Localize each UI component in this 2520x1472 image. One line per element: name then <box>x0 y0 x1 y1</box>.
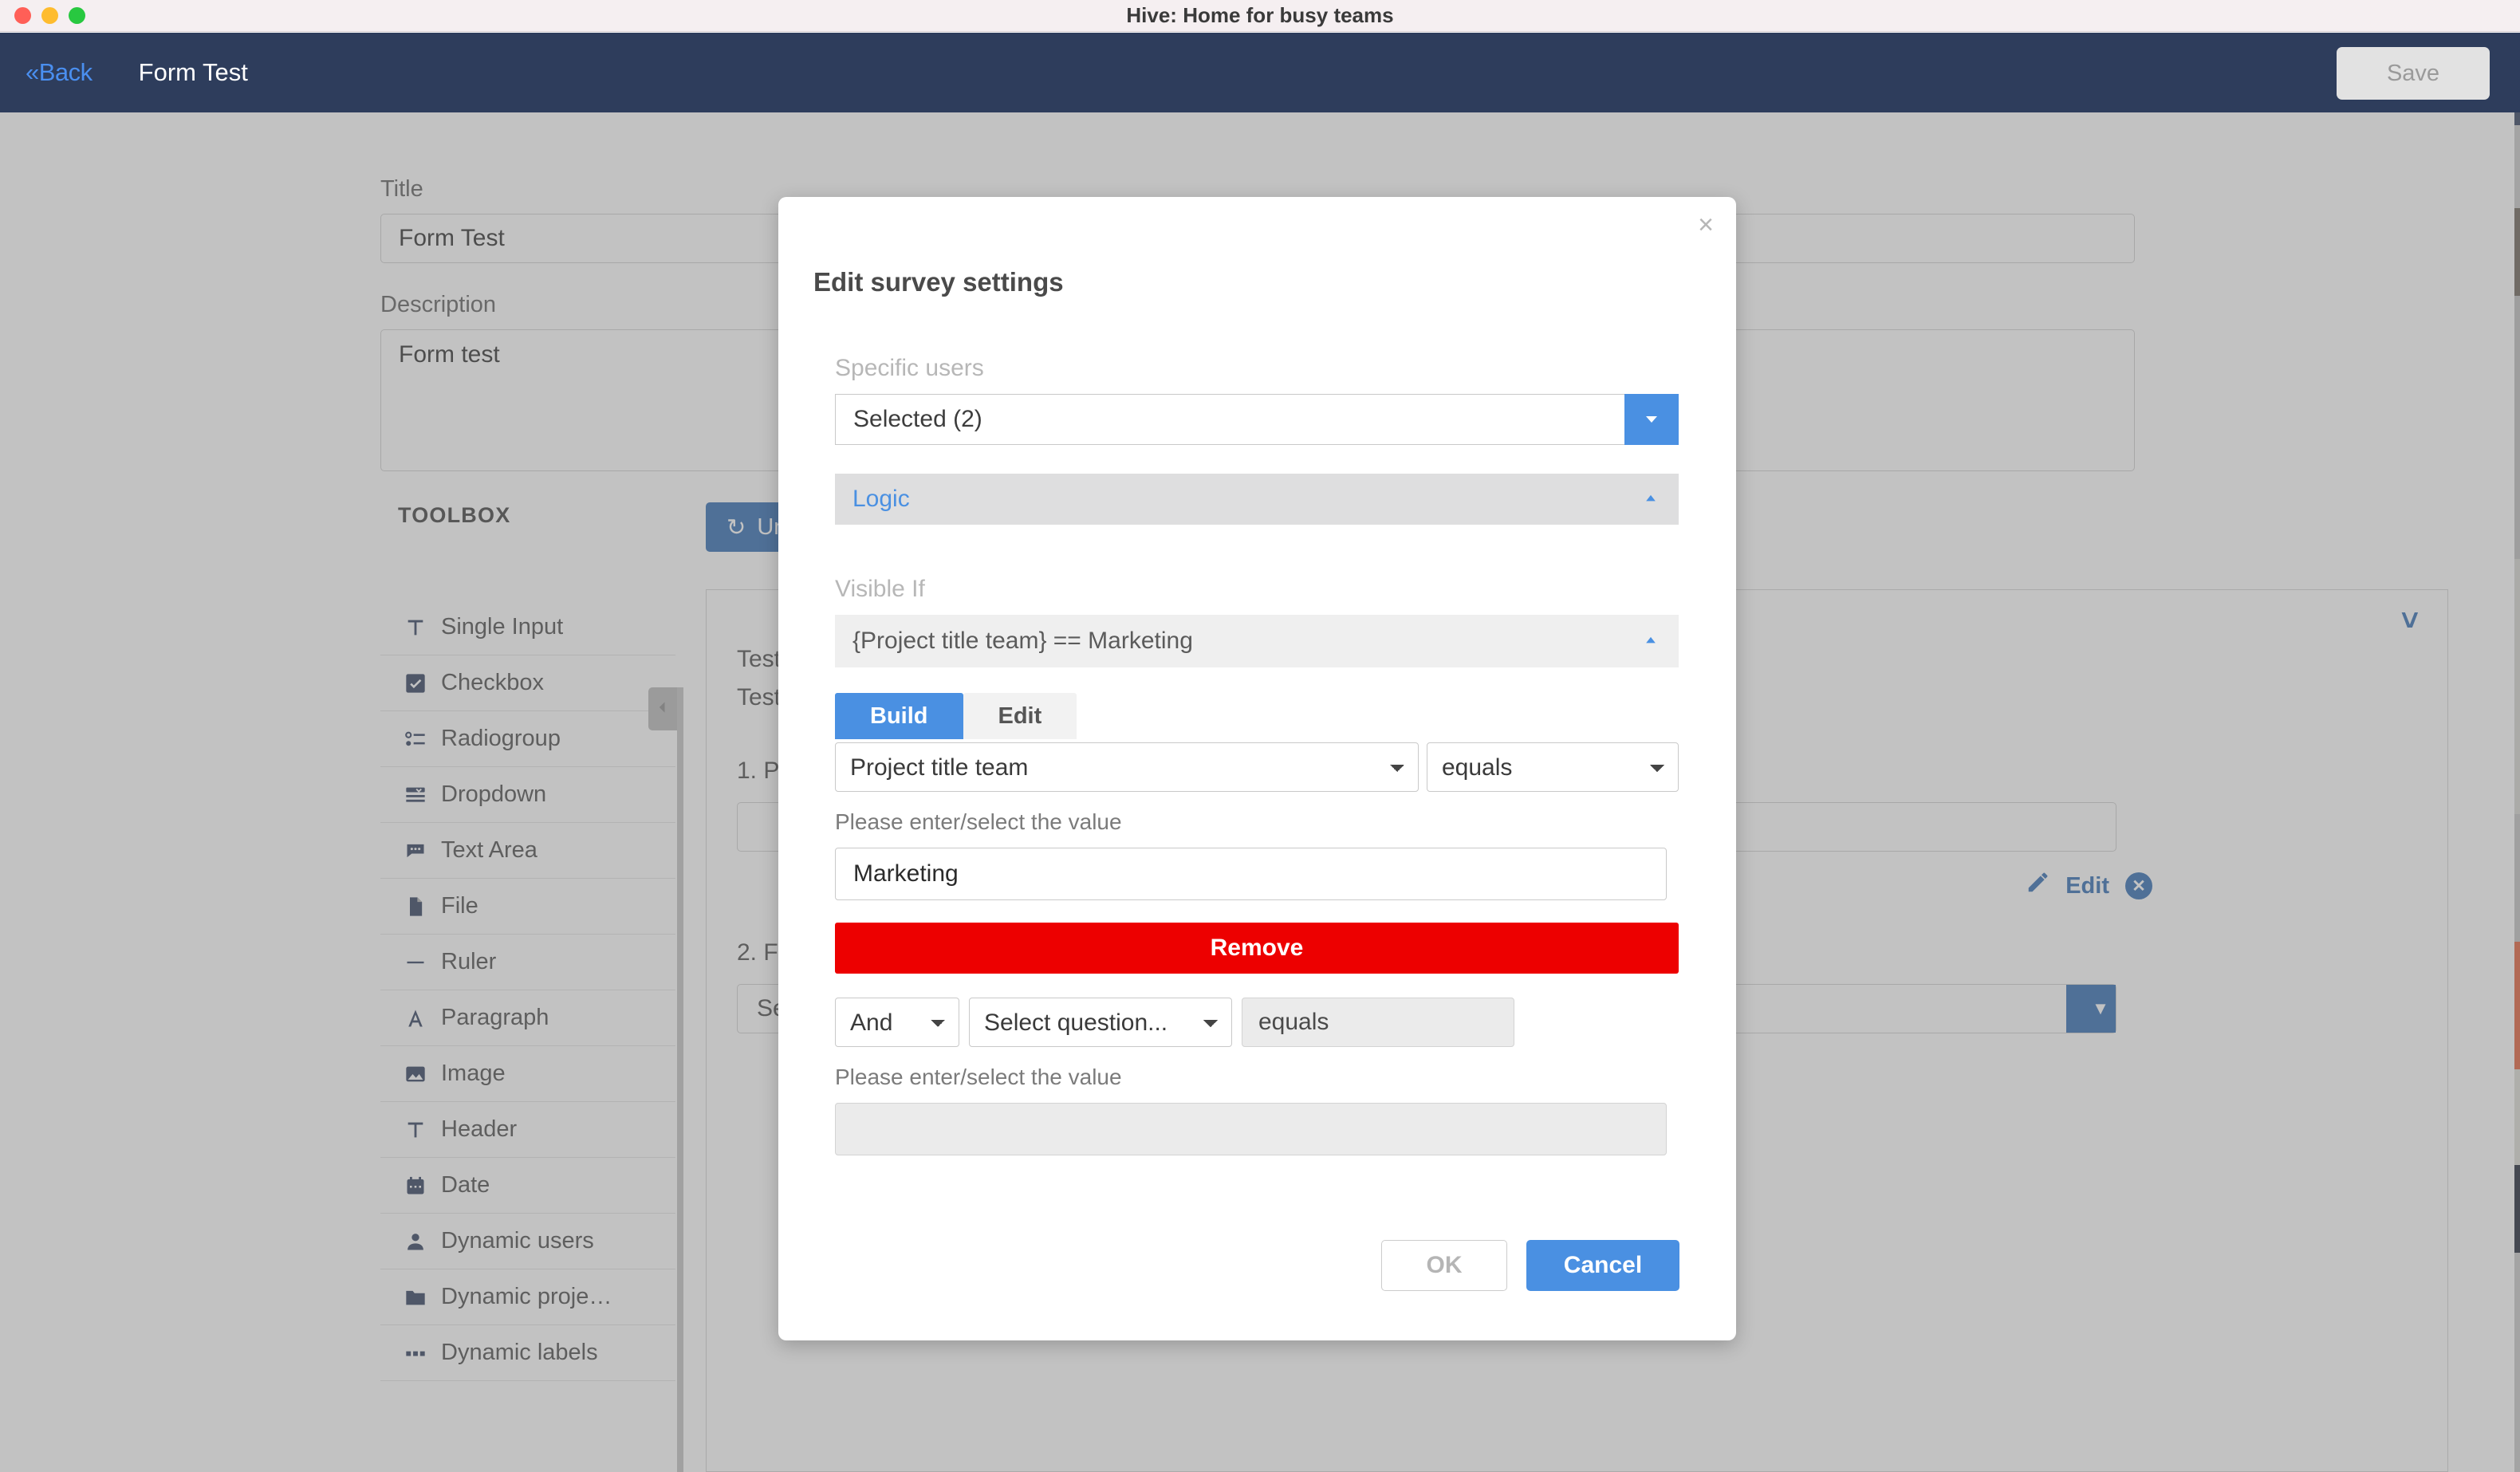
specific-users-label: Specific users <box>835 355 984 381</box>
window-title: Hive: Home for busy teams <box>1126 3 1394 27</box>
modal-title: Edit survey settings <box>813 267 1064 297</box>
condition-row-1: Project title team equals <box>835 742 1679 792</box>
condition-2-value-input[interactable] <box>835 1103 1667 1155</box>
condition-row-2: And Select question... equals <box>835 998 1679 1047</box>
visible-if-expression: {Project title team} == Marketing <box>852 628 1193 654</box>
tab-edit[interactable]: Edit <box>963 693 1077 739</box>
condition-2-value-hint: Please enter/select the value <box>835 1065 1122 1089</box>
modal-body: Specific users Selected (2) Logic Visibl… <box>835 355 1679 1155</box>
condition-1-operator-select[interactable]: equals <box>1427 742 1679 792</box>
window-titlebar: Hive: Home for busy teams <box>0 0 2520 32</box>
save-button[interactable]: Save <box>2337 47 2490 100</box>
chevron-up-icon <box>1640 629 1661 654</box>
cancel-button[interactable]: Cancel <box>1526 1240 1679 1291</box>
condition-2-question-select[interactable]: Select question... <box>969 998 1232 1047</box>
specific-users-value[interactable]: Selected (2) <box>835 394 1624 445</box>
close-icon[interactable]: × <box>1698 211 1714 238</box>
condition-1-question-select[interactable]: Project title team <box>835 742 1419 792</box>
logic-editor-tabs: Build Edit <box>835 693 1679 739</box>
remove-condition-button[interactable]: Remove <box>835 923 1679 974</box>
visible-if-expression-header[interactable]: {Project title team} == Marketing <box>835 615 1679 667</box>
condition-2-conjunction-select[interactable]: And <box>835 998 959 1047</box>
edit-survey-settings-modal: × Edit survey settings Specific users Se… <box>778 197 1736 1340</box>
app-header: «Back Form Test Save <box>0 33 2520 112</box>
specific-users-dropdown[interactable]: Selected (2) <box>835 394 1679 445</box>
modal-footer: OK Cancel <box>1381 1240 1679 1291</box>
back-link[interactable]: «Back <box>26 58 93 87</box>
ok-button[interactable]: OK <box>1381 1240 1507 1291</box>
logic-accordion-label: Logic <box>852 486 910 512</box>
chevron-down-icon[interactable] <box>1624 394 1679 445</box>
condition-1-value-hint: Please enter/select the value <box>835 809 1122 834</box>
chevron-up-icon <box>1640 487 1661 512</box>
condition-2-operator-display: equals <box>1242 998 1514 1047</box>
condition-1-value-input[interactable] <box>835 848 1667 900</box>
logic-accordion-header[interactable]: Logic <box>835 474 1679 525</box>
visible-if-label: Visible If <box>835 576 925 602</box>
page-title: Form Test <box>138 58 248 86</box>
tab-build[interactable]: Build <box>835 693 963 739</box>
application-window: Hive: Home for busy teams «Back Form Tes… <box>0 0 2520 1472</box>
